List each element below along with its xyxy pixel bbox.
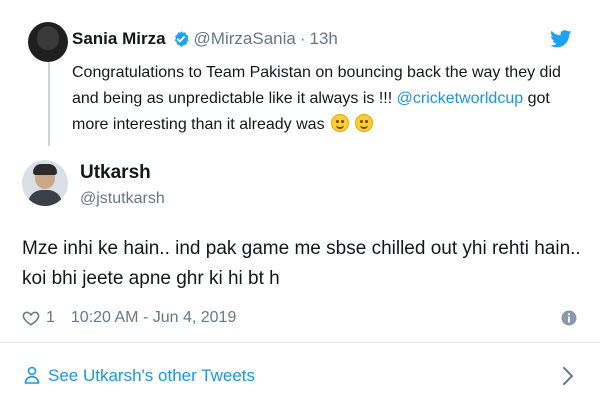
avatar[interactable] (22, 160, 68, 206)
tweet-timestamp[interactable]: 10:20 AM - Jun 4, 2019 (71, 309, 236, 327)
quoted-tweet-time[interactable]: 13h (310, 29, 338, 49)
twitter-bird-icon[interactable] (550, 30, 572, 48)
see-other-tweets-row[interactable]: See Utkarsh's other Tweets (0, 354, 600, 398)
person-icon (24, 366, 40, 384)
divider (0, 342, 600, 343)
quoted-tweet-text: Congratulations to Team Pakistan on boun… (72, 60, 577, 138)
chevron-right-icon[interactable] (562, 366, 574, 386)
verified-badge-icon (174, 31, 189, 47)
author-name[interactable]: Utkarsh (80, 162, 151, 184)
tweet-meta: 1 10:20 AM - Jun 4, 2019 (22, 306, 578, 330)
relieved-face-emoji-icon (331, 114, 350, 132)
quoted-tweet[interactable]: Sania Mirza @MirzaSania · 13h Congratula… (0, 0, 600, 148)
like-count[interactable]: 1 (46, 309, 55, 327)
quoted-author-handle[interactable]: @MirzaSania (194, 29, 296, 49)
quoted-author-name[interactable]: Sania Mirza (72, 29, 166, 49)
avatar[interactable] (28, 22, 68, 62)
info-icon[interactable] (560, 309, 578, 327)
author-handle[interactable]: @jstutkarsh (80, 190, 165, 208)
tweet-author: Utkarsh @jstutkarsh (0, 150, 600, 220)
grinning-face-emoji-icon (355, 114, 374, 132)
heart-icon[interactable] (22, 309, 40, 327)
tweet-text: Mze inhi ke hain.. ind pak game me sbse … (22, 238, 581, 289)
quoted-tweet-header: Sania Mirza @MirzaSania · 13h (72, 26, 338, 52)
see-other-tweets-link[interactable]: See Utkarsh's other Tweets (48, 366, 255, 386)
quoted-separator: · (299, 29, 306, 48)
cricketworldcup-link[interactable]: @cricketworldcup (397, 90, 524, 107)
thread-line (48, 50, 50, 146)
